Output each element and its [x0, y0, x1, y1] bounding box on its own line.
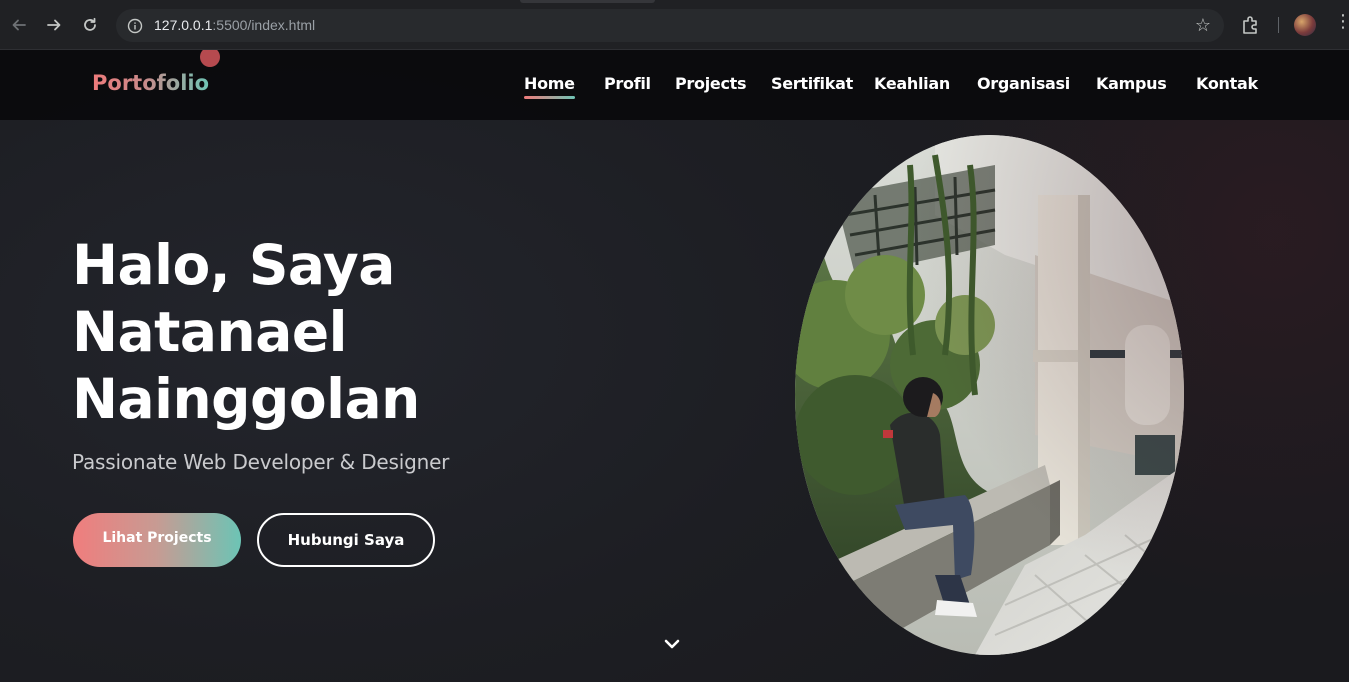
- arrow-right-icon: [47, 19, 61, 31]
- scroll-down-chevron-icon[interactable]: [662, 636, 682, 652]
- url-text: 127.0.0.1:5500/index.html: [154, 17, 315, 33]
- extensions-icon[interactable]: [1240, 14, 1262, 36]
- url-host: 127.0.0.1: [154, 17, 213, 33]
- arrow-left-icon: [12, 19, 26, 31]
- reload-icon: [84, 17, 96, 31]
- site-logo[interactable]: Portofolio: [92, 71, 209, 95]
- nav-link-kampus[interactable]: Kampus: [1096, 74, 1167, 93]
- forward-button[interactable]: [41, 12, 67, 38]
- hero-subtitle: Passionate Web Developer & Designer: [72, 450, 450, 474]
- site-navbar: Portofolio Home Profil Projects Sertifik…: [0, 50, 1349, 120]
- portfolio-page: Portofolio Home Profil Projects Sertifik…: [0, 50, 1349, 682]
- nav-link-keahlian[interactable]: Keahlian: [874, 74, 950, 93]
- active-tab-indicator: [520, 0, 655, 3]
- profile-photo: [795, 135, 1184, 655]
- more-menu-icon[interactable]: ⋮: [1334, 13, 1349, 31]
- address-bar[interactable]: 127.0.0.1:5500/index.html ☆: [116, 9, 1224, 42]
- nav-link-profil[interactable]: Profil: [604, 74, 651, 93]
- reload-button[interactable]: [77, 12, 103, 38]
- nav-link-organisasi[interactable]: Organisasi: [977, 74, 1070, 93]
- view-projects-button[interactable]: Lihat Projects: [73, 513, 241, 567]
- hero-title: Halo, Saya Natanael Nainggolan: [72, 232, 592, 433]
- nav-link-projects[interactable]: Projects: [675, 74, 747, 93]
- back-button[interactable]: [6, 12, 32, 38]
- toolbar-separator: [1278, 17, 1279, 33]
- bookmark-star-icon[interactable]: ☆: [1195, 15, 1211, 36]
- profile-avatar[interactable]: [1294, 14, 1316, 36]
- url-path: :5500/index.html: [212, 17, 316, 33]
- logo-dot-decoration: [200, 50, 220, 67]
- nav-link-home[interactable]: Home: [524, 74, 575, 99]
- browser-toolbar: 127.0.0.1:5500/index.html ☆ ⋮: [0, 0, 1349, 50]
- site-info-icon[interactable]: [125, 16, 144, 35]
- contact-me-button[interactable]: Hubungi Saya: [257, 513, 435, 567]
- nav-link-sertifikat[interactable]: Sertifikat: [771, 74, 853, 93]
- hero-title-line: Natanael: [72, 300, 347, 364]
- hero-title-line: Halo, Saya: [72, 233, 395, 297]
- hero-title-line: Nainggolan: [72, 367, 420, 431]
- nav-link-kontak[interactable]: Kontak: [1196, 74, 1258, 93]
